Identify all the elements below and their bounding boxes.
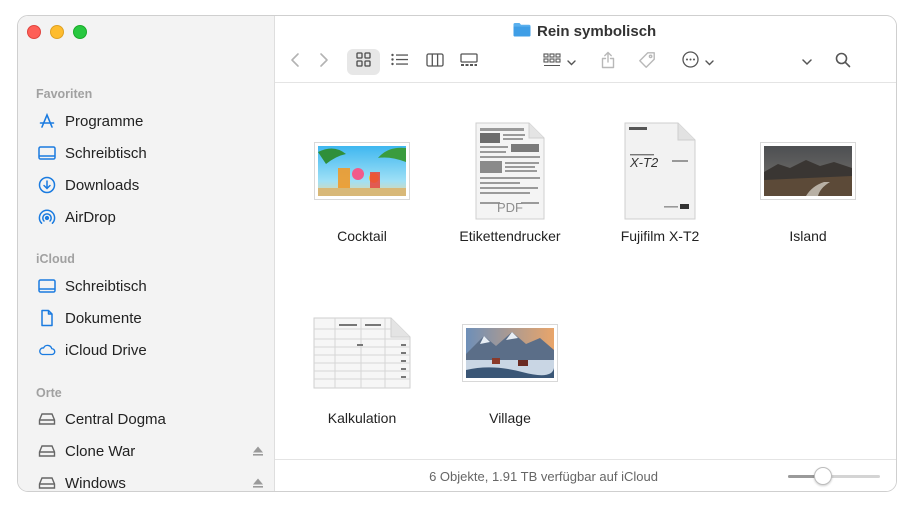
sidebar-item-icloud-schreibtisch[interactable]: Schreibtisch <box>38 274 258 298</box>
close-button[interactable] <box>27 25 41 39</box>
chevron-down-icon <box>802 53 812 71</box>
folder-icon <box>513 22 531 41</box>
desktop-icon <box>38 144 56 162</box>
file-item-fujifilm-x-t2[interactable]: X-T2 Fujifilm X-T2 <box>595 121 725 244</box>
status-bar: 6 Objekte, 1.91 TB verfügbar auf iCloud <box>275 459 896 491</box>
file-thumbnail: X-T2 <box>595 121 725 221</box>
drive-icon <box>38 442 56 460</box>
cover-title: X-T2 <box>629 155 659 170</box>
slider-knob[interactable] <box>813 467 832 485</box>
status-text: 6 Objekte, 1.91 TB verfügbar auf iCloud <box>429 469 658 484</box>
file-name: Cocktail <box>337 228 387 244</box>
chevron-down-icon <box>566 53 576 71</box>
pdf-badge: PDF <box>497 200 523 215</box>
sidebar-item-windows[interactable]: Windows <box>38 471 263 492</box>
gallery-icon <box>460 52 478 72</box>
more-icon <box>682 51 699 73</box>
file-item-island[interactable]: Island <box>743 121 873 244</box>
share-icon <box>601 51 615 74</box>
file-thumbnail <box>297 303 427 403</box>
cloud-icon <box>38 341 56 359</box>
sidebar-item-schreibtisch[interactable]: Schreibtisch <box>38 141 258 165</box>
search-button[interactable] <box>833 49 853 75</box>
group-icon <box>542 52 561 72</box>
group-button[interactable] <box>541 49 577 75</box>
tag-button[interactable] <box>636 49 658 75</box>
window-title-text: Rein symbolisch <box>537 23 657 40</box>
file-thumbnail <box>743 121 873 221</box>
file-name: Village <box>489 410 531 426</box>
download-icon <box>38 176 56 194</box>
sidebar-item-clone-war[interactable]: Clone War <box>38 439 263 463</box>
tag-icon <box>638 51 656 74</box>
window-controls <box>27 25 87 39</box>
sidebar-item-label: AirDrop <box>65 208 116 226</box>
icon-size-slider[interactable] <box>788 467 880 485</box>
share-button[interactable] <box>598 49 618 75</box>
window-title: Rein symbolisch <box>513 22 656 41</box>
sidebar-item-label: iCloud Drive <box>65 341 147 359</box>
sidebar-item-label: Dokumente <box>65 309 142 327</box>
minimize-button[interactable] <box>50 25 64 39</box>
sidebar-item-label: Downloads <box>65 176 140 194</box>
search-icon <box>835 52 851 73</box>
sidebar-section-favoriten: Favoriten <box>36 87 93 101</box>
sidebar-item-label: Schreibtisch <box>65 277 147 295</box>
drive-icon <box>38 410 56 428</box>
columns-icon <box>426 52 444 72</box>
file-thumbnail <box>445 303 575 403</box>
toolbar-overflow-button[interactable] <box>799 49 815 75</box>
sidebar: Favoriten Programme Schreibtisch Downloa… <box>18 16 275 491</box>
sidebar-item-label: Schreibtisch <box>65 144 147 162</box>
sidebar-item-dokumente[interactable]: Dokumente <box>38 306 258 330</box>
sidebar-item-airdrop[interactable]: AirDrop <box>38 205 258 229</box>
desktop-icon <box>38 277 56 295</box>
file-name: Fujifilm X-T2 <box>620 228 700 244</box>
file-item-etikettendrucker[interactable]: PDF Etikettendrucker <box>445 121 575 244</box>
sidebar-item-label: Programme <box>65 112 144 130</box>
column-view-button[interactable] <box>423 49 447 75</box>
airdrop-icon <box>38 208 56 226</box>
list-view-button[interactable] <box>387 49 411 75</box>
file-name: Island <box>789 228 827 244</box>
list-icon <box>390 53 408 71</box>
sidebar-item-central-dogma[interactable]: Central Dogma <box>38 407 258 431</box>
toolbar: Rein symbolisch <box>275 16 896 83</box>
eject-icon[interactable] <box>252 476 264 491</box>
zoom-button[interactable] <box>73 25 87 39</box>
sidebar-item-downloads[interactable]: Downloads <box>38 173 258 197</box>
eject-icon[interactable] <box>252 444 264 461</box>
grid-icon <box>356 52 371 72</box>
file-item-kalkulation[interactable]: Kalkulation <box>297 303 427 426</box>
apps-icon <box>38 112 56 130</box>
sidebar-item-label: Clone War <box>65 442 136 460</box>
sidebar-section-orte: Orte <box>36 386 62 400</box>
sidebar-section-icloud: iCloud <box>36 252 75 266</box>
document-icon <box>38 309 56 327</box>
chevron-left-icon <box>290 52 300 73</box>
file-name: Kalkulation <box>327 410 397 426</box>
sidebar-item-label: Windows <box>65 474 126 492</box>
back-button[interactable] <box>287 49 303 75</box>
chevron-down-icon <box>705 53 714 71</box>
gallery-view-button[interactable] <box>457 49 481 75</box>
action-button[interactable] <box>679 49 717 75</box>
sidebar-item-label: Central Dogma <box>65 410 166 428</box>
file-thumbnail: PDF <box>445 121 575 221</box>
sidebar-item-icloud-drive[interactable]: iCloud Drive <box>38 338 258 362</box>
chevron-right-icon <box>319 52 329 73</box>
drive-icon <box>38 474 56 491</box>
file-item-cocktail[interactable]: Cocktail <box>297 121 427 244</box>
finder-window: Favoriten Programme Schreibtisch Downloa… <box>17 15 897 492</box>
file-area: Cocktail PDF Etikettendrucker X-T2 Fujif… <box>275 83 896 459</box>
icon-view-button[interactable] <box>347 49 380 75</box>
sidebar-item-programme[interactable]: Programme <box>38 109 258 133</box>
file-thumbnail <box>297 121 427 221</box>
file-name: Etikettendrucker <box>459 228 561 244</box>
file-item-village[interactable]: Village <box>445 303 575 426</box>
forward-button[interactable] <box>316 49 332 75</box>
